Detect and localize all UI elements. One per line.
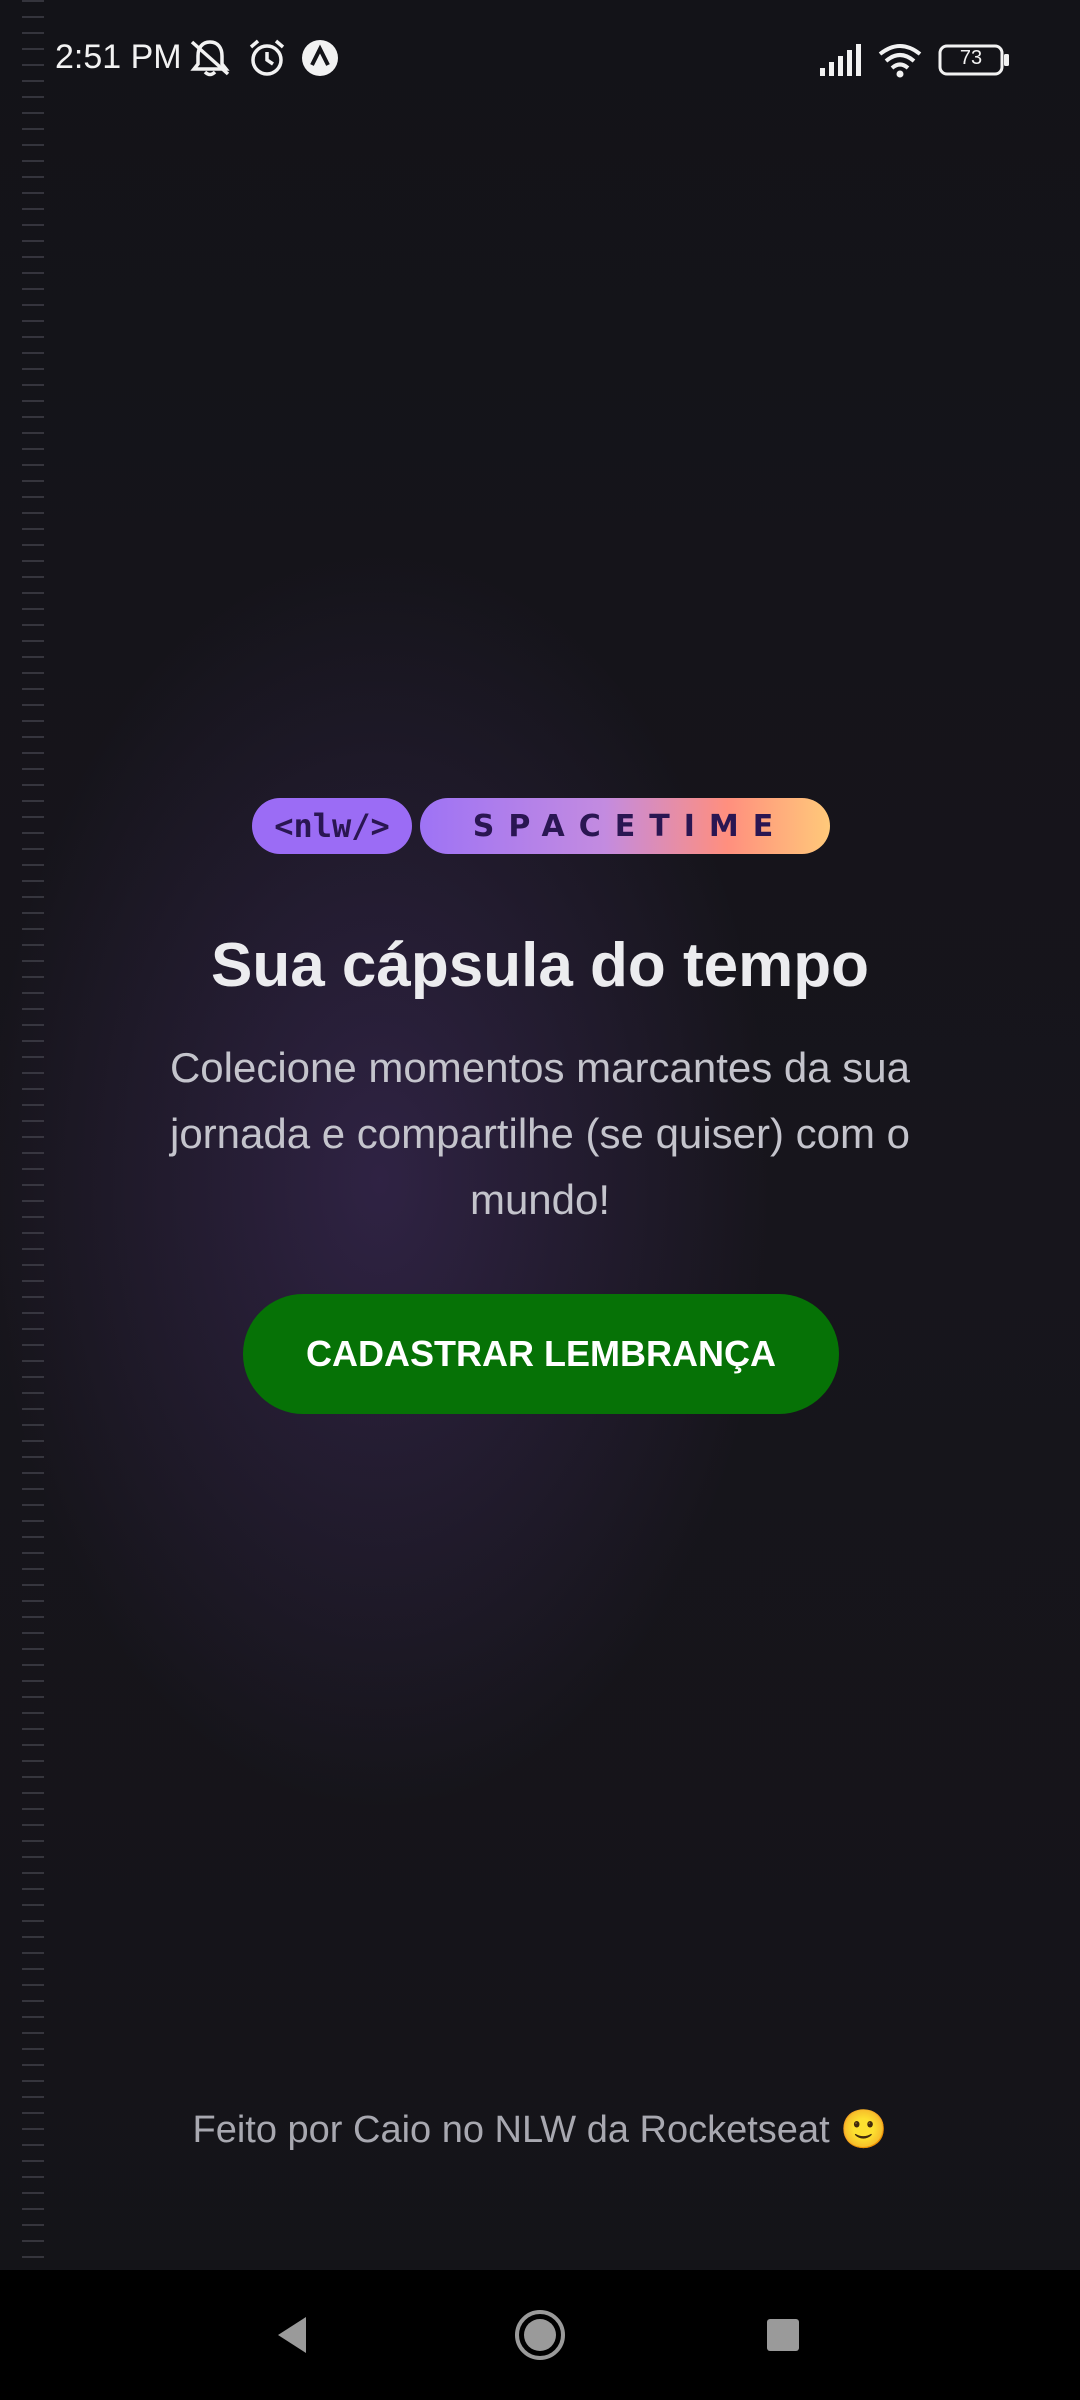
system-nav-bar — [0, 2270, 1080, 2400]
recents-icon — [767, 2319, 799, 2351]
nav-recents-button[interactable] — [723, 2270, 843, 2400]
status-time: 2:51 PM — [55, 38, 182, 76]
muted-bell-icon — [190, 40, 230, 77]
side-ruler — [22, 0, 44, 2270]
logo-spacetime-badge: SPACETIME — [420, 798, 830, 854]
signal-icon — [820, 44, 861, 76]
back-icon — [278, 2317, 306, 2353]
page-title: Sua cápsula do tempo — [210, 931, 870, 1000]
register-memory-button[interactable]: CADASTRAR LEMBRANÇA — [243, 1294, 839, 1414]
nav-back-button[interactable] — [232, 2270, 352, 2400]
alarm-icon — [249, 39, 285, 76]
logo-nlw-badge: <nlw/> — [252, 798, 412, 854]
footer-credit: Feito por Caio no NLW da Rocketseat 🙂 — [192, 2109, 888, 2151]
nav-home-button[interactable] — [480, 2270, 600, 2400]
page-description: Colecione momentos marcantes da sua jorn… — [169, 1044, 911, 1223]
status-bar: 2:51 PM 73 — [0, 0, 1080, 120]
app-notification-icon — [302, 40, 338, 76]
wifi-icon — [878, 44, 922, 78]
home-icon — [515, 2310, 565, 2360]
app-screen: 2:51 PM 73 <nlw/> SPACETIME Sua cápsula … — [0, 0, 1080, 2400]
nlw-spacetime-logo: <nlw/> SPACETIME — [252, 798, 830, 854]
battery-level: 73 — [959, 47, 983, 69]
